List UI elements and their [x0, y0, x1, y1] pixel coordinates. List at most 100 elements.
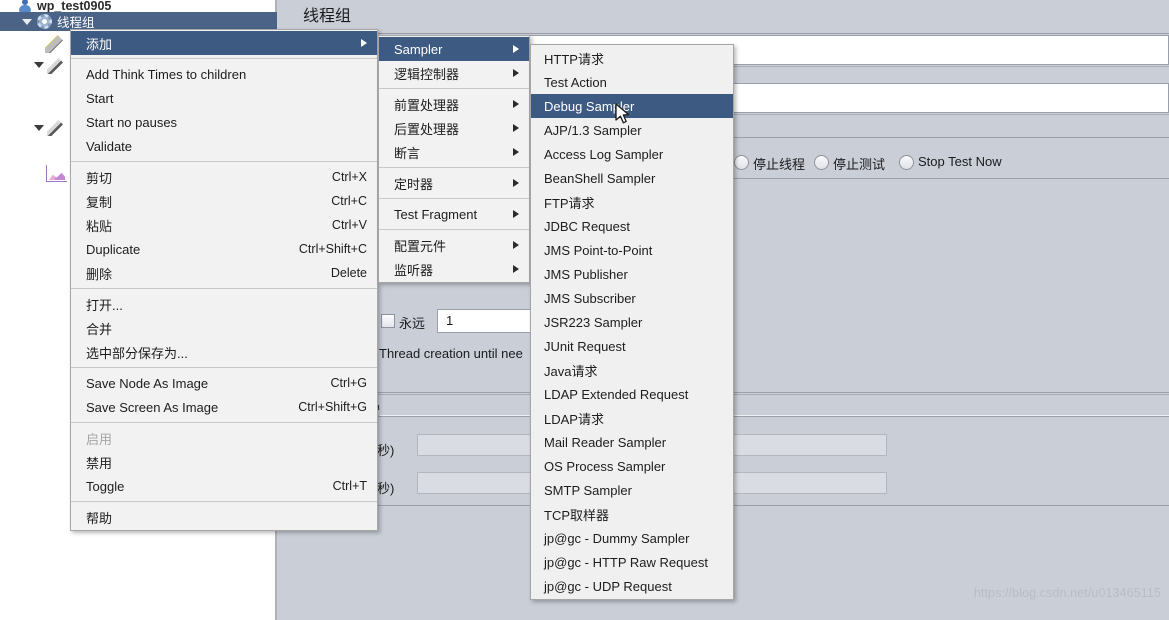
jmeter-window: wp_test0905 线程组 线程组 停止线程 停止测试 Stop Test … — [0, 0, 1169, 620]
add-submenu[interactable]: Sampler 逻辑控制器前置处理器 后置处理器 断言定时器 Test Fragment… — [378, 35, 530, 283]
context-menu-item-start-no-pauses[interactable]: Start no pauses — [71, 110, 377, 134]
context-menu-item-duplicate[interactable]: Duplicate Ctrl+Shift+C — [71, 237, 377, 261]
menu-item-label: 删除 — [86, 266, 113, 282]
menu-item-label: Start — [86, 90, 114, 106]
menu-item-label: LDAP请求 — [544, 411, 604, 427]
add-submenu-item-item[interactable]: 监听器 — [379, 257, 529, 281]
context-menu-item-start[interactable]: Start — [71, 86, 377, 110]
chevron-right-icon — [513, 69, 519, 77]
chevron-right-icon — [513, 148, 519, 156]
context-menu-item-validate[interactable]: Validate — [71, 134, 377, 158]
sampler-item-ldap[interactable]: LDAP请求 — [531, 406, 733, 430]
context-menu-item-item[interactable]: 选中部分保存为... — [71, 340, 377, 364]
add-submenu-item-sampler[interactable]: Sampler — [379, 37, 529, 61]
watermark: https://blog.csdn.net/u013465115 — [973, 586, 1161, 600]
add-submenu-item-item[interactable]: 逻辑控制器 — [379, 61, 529, 85]
add-submenu-item-item[interactable]: 定时器 — [379, 171, 529, 195]
radio-stop-thread[interactable] — [734, 155, 749, 170]
menu-item-label: JUnit Request — [544, 338, 626, 354]
menu-item-label: 添加 — [86, 36, 113, 52]
sampler-item-junit-request[interactable]: JUnit Request — [531, 334, 733, 358]
sampler-item-java[interactable]: Java请求 — [531, 358, 733, 382]
sampler-item-tcp[interactable]: TCP取样器 — [531, 502, 733, 526]
context-menu[interactable]: 添加 Add Think Times to children Start Start … — [70, 29, 378, 531]
chart-icon — [46, 165, 67, 182]
context-menu-item-item[interactable]: 禁用 — [71, 450, 377, 474]
sampler-item-smtp-sampler[interactable]: SMTP Sampler — [531, 478, 733, 502]
sampler-item-jdbc-request[interactable]: JDBC Request — [531, 214, 733, 238]
sampler-item-os-process-sampler[interactable]: OS Process Sampler — [531, 454, 733, 478]
menu-item-label: 合并 — [86, 321, 113, 337]
chevron-right-icon — [361, 39, 367, 47]
chevron-right-icon — [513, 179, 519, 187]
context-menu-item-item[interactable]: 启用 — [71, 426, 377, 450]
menu-separator — [71, 58, 377, 59]
context-menu-item-item[interactable]: 添加 — [71, 31, 377, 55]
chevron-right-icon — [513, 241, 519, 249]
add-submenu-item-item[interactable]: 前置处理器 — [379, 92, 529, 116]
sampler-item-debug-sampler[interactable]: Debug Sampler — [531, 94, 733, 118]
user-icon — [18, 0, 32, 12]
menu-item-shortcut: Ctrl+G — [330, 376, 367, 390]
context-menu-item-item[interactable]: 打开... — [71, 292, 377, 316]
menu-item-shortcut: Ctrl+X — [331, 170, 367, 184]
chevron-down-icon[interactable] — [34, 125, 44, 131]
sampler-item-access-log-sampler[interactable]: Access Log Sampler — [531, 142, 733, 166]
menu-item-shortcut: Ctrl+Shift+G — [298, 400, 367, 414]
sampler-item-jms-publisher[interactable]: JMS Publisher — [531, 262, 733, 286]
context-menu-item-item[interactable]: 粘贴 Ctrl+V — [71, 213, 377, 237]
radio-stop-test-now[interactable] — [899, 155, 914, 170]
menu-item-label: Debug Sampler — [544, 98, 635, 114]
add-submenu-item-item[interactable]: 配置元件 — [379, 233, 529, 257]
chevron-down-icon — [22, 18, 32, 25]
sampler-item-ldap-extended-request[interactable]: LDAP Extended Request — [531, 382, 733, 406]
sampler-item-jms-subscriber[interactable]: JMS Subscriber — [531, 286, 733, 310]
wrench-icon — [44, 34, 66, 54]
menu-separator — [71, 367, 377, 368]
sampler-item-beanshell-sampler[interactable]: BeanShell Sampler — [531, 166, 733, 190]
menu-item-label: Access Log Sampler — [544, 146, 664, 162]
menu-separator — [71, 501, 377, 502]
loop-count-value: 1 — [446, 313, 454, 328]
forever-label: 永远 — [399, 316, 426, 331]
context-menu-item-item[interactable]: 删除 Delete — [71, 261, 377, 285]
context-menu-item-item[interactable]: 合并 — [71, 316, 377, 340]
sampler-item-jp-gc-dummy-sampler[interactable]: jp@gc - Dummy Sampler — [531, 526, 733, 550]
sampler-item-http[interactable]: HTTP请求 — [531, 46, 733, 70]
context-menu-item-item[interactable]: 复制 Ctrl+C — [71, 189, 377, 213]
radio-stop-test[interactable] — [814, 155, 829, 170]
sampler-item-ftp[interactable]: FTP请求 — [531, 190, 733, 214]
context-menu-item-save-node-as-image[interactable]: Save Node As Image Ctrl+G — [71, 371, 377, 395]
menu-separator — [71, 288, 377, 289]
tree-item-test-plan-label: wp_test0905 — [37, 0, 112, 13]
sampler-item-jsr223-sampler[interactable]: JSR223 Sampler — [531, 310, 733, 334]
context-menu-item-item[interactable]: 帮助 — [71, 505, 377, 529]
sampler-item-jp-gc-http-raw-request[interactable]: jp@gc - HTTP Raw Request — [531, 550, 733, 574]
context-menu-item-toggle[interactable]: Toggle Ctrl+T — [71, 474, 377, 498]
sampler-item-ajp-1-3-sampler[interactable]: AJP/1.3 Sampler — [531, 118, 733, 142]
sampler-item-test-action[interactable]: Test Action — [531, 70, 733, 94]
context-menu-item-item[interactable]: 剪切 Ctrl+X — [71, 165, 377, 189]
forever-checkbox[interactable] — [381, 314, 395, 328]
add-submenu-item-item[interactable]: 断言 — [379, 140, 529, 164]
chevron-right-icon — [513, 210, 519, 218]
context-menu-item-add-think-times-to-children[interactable]: Add Think Times to children — [71, 62, 377, 86]
add-submenu-item-item[interactable]: 后置处理器 — [379, 116, 529, 140]
sampler-item-jms-point-to-point[interactable]: JMS Point-to-Point — [531, 238, 733, 262]
sampler-submenu[interactable]: HTTP请求 Test Action Debug Sampler AJP/1.3 Sa… — [530, 44, 734, 600]
sampler-item-jp-gc-udp-request[interactable]: jp@gc - UDP Request — [531, 574, 733, 598]
divider — [279, 33, 1169, 34]
menu-item-label: 粘贴 — [86, 218, 113, 234]
chevron-down-icon[interactable] — [34, 62, 44, 68]
menu-item-label: Add Think Times to children — [86, 66, 247, 82]
sampler-item-mail-reader-sampler[interactable]: Mail Reader Sampler — [531, 430, 733, 454]
add-submenu-item-test-fragment[interactable]: Test Fragment — [379, 202, 529, 226]
menu-item-label: Mail Reader Sampler — [544, 434, 667, 450]
loop-count-input[interactable]: 1 — [437, 309, 532, 333]
context-menu-item-save-screen-as-image[interactable]: Save Screen As Image Ctrl+Shift+G — [71, 395, 377, 419]
chevron-right-icon — [513, 100, 519, 108]
menu-item-label: SMTP Sampler — [544, 482, 632, 498]
gear-icon — [37, 14, 52, 29]
menu-item-label: JMS Point-to-Point — [544, 242, 653, 258]
chevron-right-icon — [513, 265, 519, 273]
